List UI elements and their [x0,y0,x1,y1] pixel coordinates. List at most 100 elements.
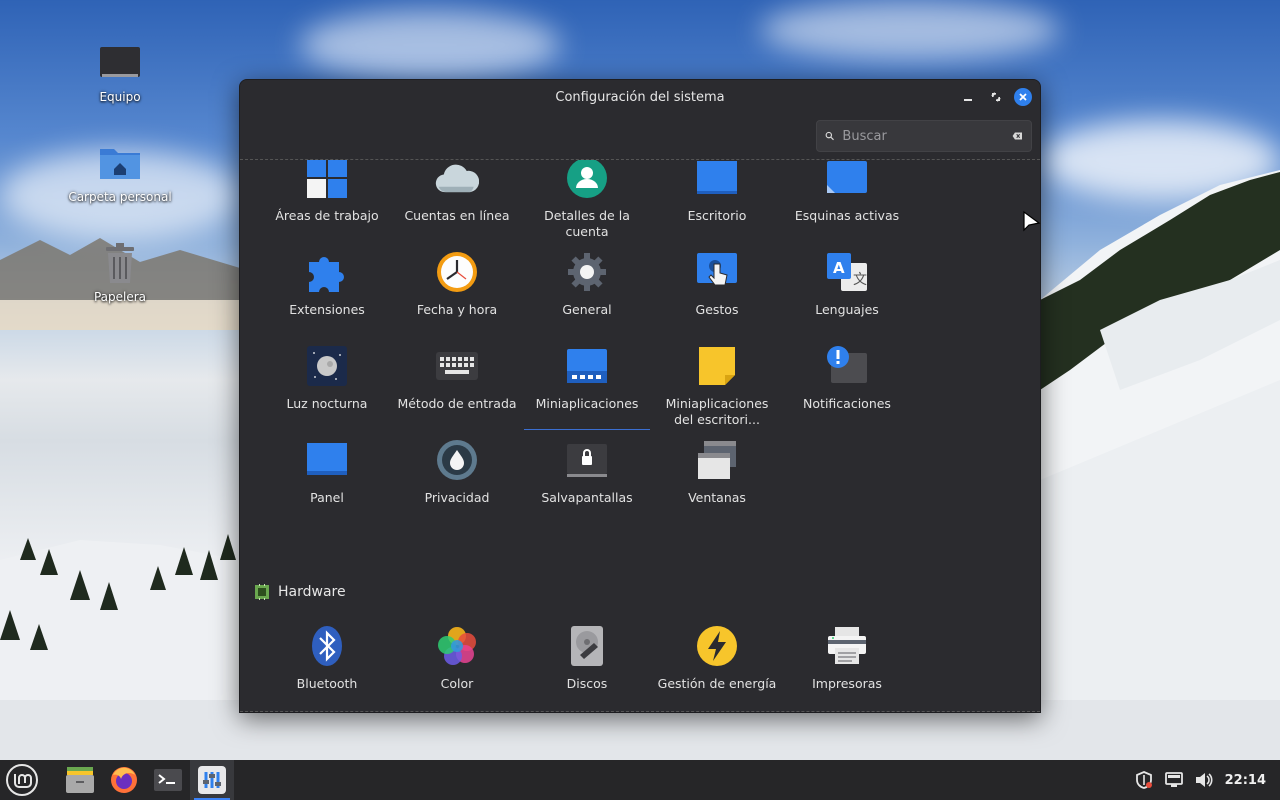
power-icon [695,624,739,668]
desktop-icon-trash[interactable]: Papelera [65,240,175,304]
desktop-icon-label: Papelera [93,290,147,304]
hardware-grid: Bluetooth Color Discos Gestión de energí… [262,624,922,712]
volume-icon[interactable] [1195,772,1213,788]
desktop-icon-label: Equipo [99,90,141,104]
pref-escritorio[interactable]: Escritorio [652,160,782,250]
content-bottom-divider [240,711,1040,712]
desktop-icon-home[interactable]: Carpeta personal [65,140,175,204]
language-icon: 文A [825,250,869,294]
maximize-icon [991,92,1001,102]
network-icon[interactable] [1164,772,1183,788]
pref-metodo-de-entrada[interactable]: Método de entrada [392,344,522,438]
window-title: Configuración del sistema [555,89,725,105]
pref-label: Esquinas activas [794,208,900,223]
pref-bluetooth[interactable]: Bluetooth [262,624,392,712]
pref-label: Miniaplicaciones [535,396,639,411]
svg-text:A: A [833,259,845,277]
pref-impresoras[interactable]: Impresoras [782,624,912,712]
desktop-icon [695,160,739,200]
maximize-button[interactable] [986,88,1006,106]
pref-label: Impresoras [812,676,882,691]
hardware-chip-icon [255,584,269,600]
pref-gestos[interactable]: Gestos [652,250,782,344]
pref-label: Fecha y hora [416,302,498,317]
system-tray: 22:14 [1135,760,1266,800]
pref-miniaplicaciones[interactable]: Miniaplicaciones [522,344,652,438]
night-light-icon [305,344,349,388]
computer-icon [97,40,143,86]
pref-gestion-de-energia[interactable]: Gestión de energía [652,624,782,712]
screensaver-icon [565,438,609,482]
pref-panel[interactable]: Panel [262,438,392,532]
close-button[interactable] [1014,88,1032,106]
pref-notificaciones[interactable]: Notificaciones [782,344,912,438]
printer-icon [825,624,869,668]
color-icon [435,624,479,668]
pref-lenguajes[interactable]: 文A Lenguajes [782,250,912,344]
pref-cuentas-en-linea[interactable]: Cuentas en línea [392,160,522,250]
pref-detalles-de-la-cuenta[interactable]: Detalles de la cuenta [522,160,652,250]
pref-label: Áreas de trabajo [275,208,379,223]
pref-label: Lenguajes [815,302,879,317]
pref-label: General [562,302,612,317]
pref-extensiones[interactable]: Extensiones [262,250,392,344]
pref-general[interactable]: General [522,250,652,344]
taskbar-firefox-button[interactable] [102,760,146,800]
pref-label: Detalles de la cuenta [544,208,630,239]
gestures-icon [695,250,739,294]
pref-privacidad[interactable]: Privacidad [392,438,522,532]
shield-update-icon[interactable] [1135,771,1153,789]
pref-luz-nocturna[interactable]: Luz nocturna [262,344,392,438]
pref-label: Privacidad [424,490,490,505]
gear-icon [565,250,609,294]
close-icon [1019,93,1027,101]
section-hardware-heading: Hardware [254,584,346,600]
trash-icon [97,240,143,286]
taskbar-files-button[interactable] [58,760,102,800]
taskbar: 22:14 [0,760,1280,800]
window-titlebar[interactable]: Configuración del sistema [240,80,1040,114]
pref-label: Discos [566,676,608,691]
pref-label: Notificaciones [803,396,891,411]
pref-esquinas-activas[interactable]: Esquinas activas [782,160,912,250]
pref-label: Escritorio [687,208,747,223]
settings-content: Áreas de trabajo Cuentas en línea Detall… [240,160,1040,712]
firefox-icon [111,767,137,793]
pref-areas-de-trabajo[interactable]: Áreas de trabajo [262,160,392,250]
mint-menu-icon [6,764,38,796]
minimize-button[interactable] [958,88,978,106]
clock[interactable]: 22:14 [1225,773,1266,788]
cloud-icon [435,160,479,200]
search-input[interactable] [842,128,1013,144]
home-folder-icon [97,140,143,186]
window-toolbar [240,114,1040,160]
search-box[interactable] [816,120,1032,152]
puzzle-icon [305,250,349,294]
search-icon [825,131,834,141]
disks-icon [565,624,609,668]
workspaces-icon [305,160,349,200]
mouse-cursor-icon [1023,210,1041,232]
pref-fecha-y-hora[interactable]: Fecha y hora [392,250,522,344]
pref-salvapantallas[interactable]: Salvapantallas [522,438,652,532]
desktop-icon-computer[interactable]: Equipo [65,40,175,104]
svg-text:文: 文 [853,272,867,288]
desklets-icon [695,344,739,388]
pref-color[interactable]: Color [392,624,522,712]
pref-label: Miniaplicaciones del escritori... [665,396,769,427]
clear-search-icon[interactable] [1012,129,1023,143]
pref-label: Cuentas en línea [404,208,510,223]
pref-label: Extensiones [289,302,365,317]
taskbar-settings-button[interactable] [190,760,234,800]
desktop-icon-label: Carpeta personal [68,190,172,204]
pref-label: Gestos [695,302,739,317]
pref-ventanas[interactable]: Ventanas [652,438,782,532]
pref-label: Método de entrada [397,396,517,411]
taskbar-terminal-button[interactable] [146,760,190,800]
pref-label: Gestión de energía [657,676,777,691]
pref-discos[interactable]: Discos [522,624,652,712]
menu-button[interactable] [0,760,44,800]
pref-miniaplicaciones-escritorio[interactable]: Miniaplicaciones del escritori... [652,344,782,438]
panel-icon [305,438,349,482]
pref-label: Color [440,676,474,691]
